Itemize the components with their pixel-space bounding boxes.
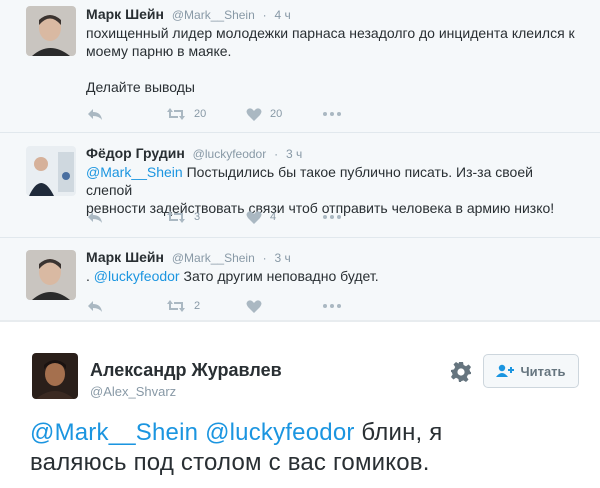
reply-icon (88, 109, 102, 120)
tweet-text: @Mark__Shein @luckyfeodor блин, я валяюс… (30, 419, 443, 476)
mention-link[interactable]: @luckyfeodor (94, 268, 180, 284)
tweet-time[interactable]: 3 ч (275, 251, 291, 265)
settings-button[interactable] (450, 361, 472, 383)
tweet-text: . @luckyfeodor Зато другим неповадно буд… (86, 268, 379, 284)
author-name[interactable]: Фёдор Грудин (86, 145, 185, 161)
avatar[interactable] (26, 250, 76, 300)
tweet-header: Марк Шейн @Mark__Shein · 4 ч (86, 6, 291, 22)
like-count: 20 (270, 108, 283, 120)
like-icon (246, 210, 262, 224)
more-button[interactable] (322, 207, 342, 227)
retweet-button[interactable]: 3 (166, 207, 200, 227)
retweet-button[interactable]: 2 (166, 296, 200, 316)
follow-button[interactable]: Читать (483, 354, 579, 388)
author-name[interactable]: Марк Шейн (86, 6, 164, 22)
reply-button[interactable] (86, 296, 104, 316)
retweet-count: 20 (194, 108, 207, 120)
author-name[interactable]: Александр Журавлев (90, 360, 282, 381)
tweet-header: Марк Шейн @Mark__Shein · 3 ч (86, 249, 291, 265)
gear-icon (451, 362, 471, 382)
more-icon (323, 215, 341, 219)
author-handle[interactable]: @luckyfeodor (193, 147, 267, 161)
tweet-actions: 2 (86, 296, 386, 316)
like-count: 4 (270, 211, 277, 223)
like-button[interactable]: 20 (246, 104, 282, 124)
retweet-icon (167, 108, 185, 120)
retweet-button[interactable]: 20 (166, 104, 206, 124)
tweet-text: похищенный лидер молодежки парнаса незад… (86, 25, 575, 95)
more-button[interactable] (322, 296, 342, 316)
retweet-count: 2 (194, 300, 201, 312)
tweet[interactable]: Марк Шейн @Mark__Shein · 4 ч похищенный … (0, 0, 600, 133)
mention-link[interactable]: @Mark__Shein (30, 419, 198, 446)
reply-button[interactable] (86, 207, 104, 227)
retweet-count: 3 (194, 211, 201, 223)
author-handle[interactable]: @Mark__Shein (172, 251, 255, 265)
tweet-thread: Марк Шейн @Mark__Shein · 4 ч похищенный … (0, 0, 600, 320)
reply-button[interactable] (86, 104, 104, 124)
more-button[interactable] (322, 104, 342, 124)
like-icon (246, 107, 262, 121)
like-icon (246, 299, 262, 313)
tweet[interactable]: Марк Шейн @Mark__Shein · 3 ч . @luckyfeo… (0, 238, 600, 320)
avatar[interactable] (26, 146, 76, 196)
tweet-header: Фёдор Грудин @luckyfeodor · 3 ч (86, 145, 303, 161)
avatar[interactable] (32, 353, 78, 399)
reply-icon (88, 212, 102, 223)
tweet[interactable]: Фёдор Грудин @luckyfeodor · 3 ч @Mark__S… (0, 133, 600, 238)
tweet-time[interactable]: 4 ч (275, 8, 291, 22)
tweet-actions: 20 20 (86, 104, 386, 124)
avatar[interactable] (26, 6, 76, 56)
mention-link[interactable]: @Mark__Shein (86, 164, 183, 180)
tweet-time[interactable]: 3 ч (286, 147, 302, 161)
author-handle[interactable]: @Mark__Shein (172, 8, 255, 22)
tweet-actions: 3 4 (86, 207, 386, 227)
mention-link[interactable]: @luckyfeodor (205, 419, 355, 446)
more-icon (323, 112, 341, 116)
like-button[interactable]: 4 (246, 207, 276, 227)
more-icon (323, 304, 341, 308)
like-button[interactable] (246, 296, 262, 316)
add-user-icon (496, 364, 515, 377)
retweet-icon (167, 300, 185, 312)
retweet-icon (167, 211, 185, 223)
author-handle[interactable]: @Alex_Shvarz (90, 384, 176, 399)
author-name[interactable]: Марк Шейн (86, 249, 164, 265)
reply-icon (88, 301, 102, 312)
